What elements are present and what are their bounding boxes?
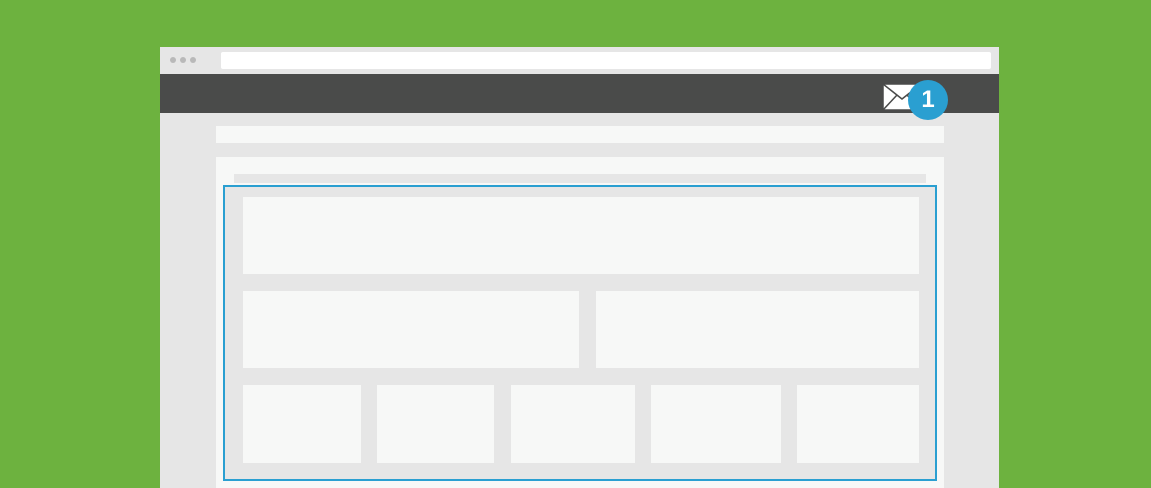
panel-divider (234, 174, 926, 183)
window-dot-3[interactable] (190, 57, 196, 63)
layout-block-fifth-3[interactable] (511, 385, 635, 463)
layout-block-half-left[interactable] (243, 291, 579, 368)
layout-block-fifth-5[interactable] (797, 385, 919, 463)
window-dot-1[interactable] (170, 57, 176, 63)
title-bar (160, 47, 999, 74)
layout-block-fifth-2[interactable] (377, 385, 494, 463)
address-bar[interactable] (221, 52, 991, 69)
browser-window: 1 (160, 47, 999, 488)
layout-block-full[interactable] (243, 197, 919, 274)
top-navbar: 1 (160, 74, 999, 120)
layout-block-half-right[interactable] (596, 291, 919, 368)
window-dot-2[interactable] (180, 57, 186, 63)
layout-block-fifth-4[interactable] (651, 385, 781, 463)
selected-layout-region[interactable] (223, 185, 937, 481)
content-header-strip (216, 126, 944, 143)
layout-block-fifth-1[interactable] (243, 385, 361, 463)
notification-badge[interactable]: 1 (908, 80, 948, 120)
